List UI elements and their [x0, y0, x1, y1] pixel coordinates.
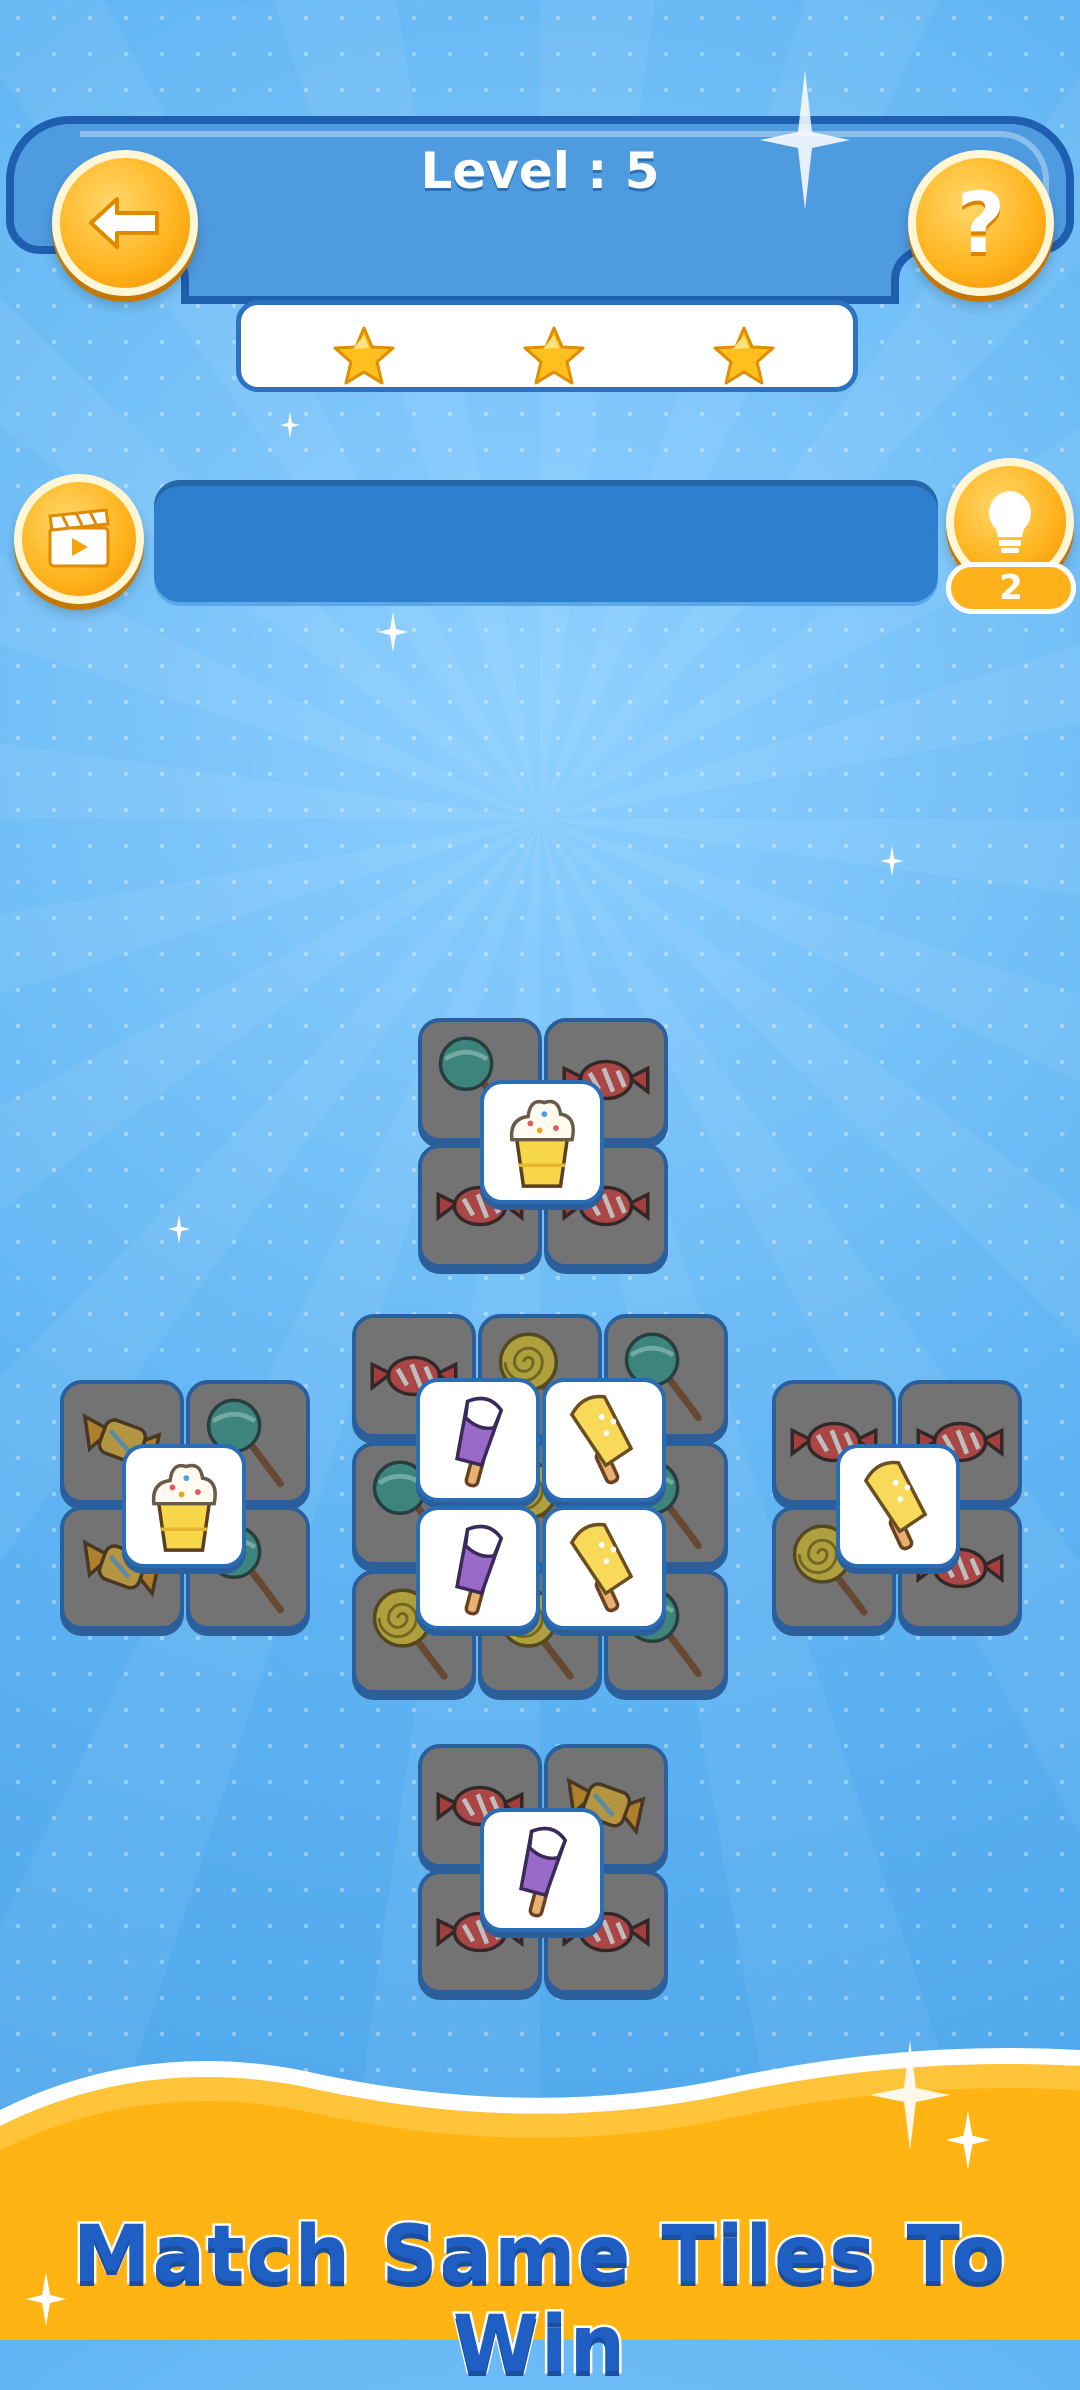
tile-popsicle-yellow[interactable]: [542, 1378, 666, 1502]
sparkle-icon: [870, 2040, 950, 2150]
star-icon: [713, 326, 775, 385]
tile-popsicle-purple[interactable]: [480, 1808, 604, 1932]
tile-ice-cream-cup[interactable]: [480, 1080, 604, 1204]
tile-popsicle-purple[interactable]: [416, 1378, 540, 1502]
hint-count-badge: 2: [946, 562, 1076, 614]
sparkle-icon: [280, 412, 300, 438]
tile-popsicle-yellow[interactable]: [542, 1506, 666, 1630]
sparkle-icon: [378, 612, 408, 652]
sparkle-icon: [760, 70, 850, 210]
star-icon: [523, 326, 585, 385]
back-arrow-icon: [89, 197, 159, 249]
stars-bar: [236, 300, 858, 392]
sparkle-icon: [880, 846, 904, 876]
back-button[interactable]: [52, 150, 198, 296]
question-icon: ?: [956, 174, 1006, 272]
star-icon: [333, 326, 395, 385]
video-clapper-icon: [48, 508, 110, 568]
sparkle-icon: [168, 1214, 190, 1244]
tagline: Match Same Tiles To Win: [70, 2208, 1008, 2390]
help-button[interactable]: ?: [908, 150, 1054, 296]
tile-popsicle-yellow[interactable]: [836, 1444, 960, 1568]
video-button[interactable]: [14, 474, 144, 604]
tile-ice-cream-cup[interactable]: [122, 1444, 246, 1568]
lightbulb-icon: [989, 491, 1031, 553]
hint-button[interactable]: 2: [946, 458, 1078, 618]
tile-slot-bar: [154, 480, 938, 602]
tile-popsicle-purple[interactable]: [416, 1506, 540, 1630]
sparkle-icon: [946, 2110, 990, 2170]
